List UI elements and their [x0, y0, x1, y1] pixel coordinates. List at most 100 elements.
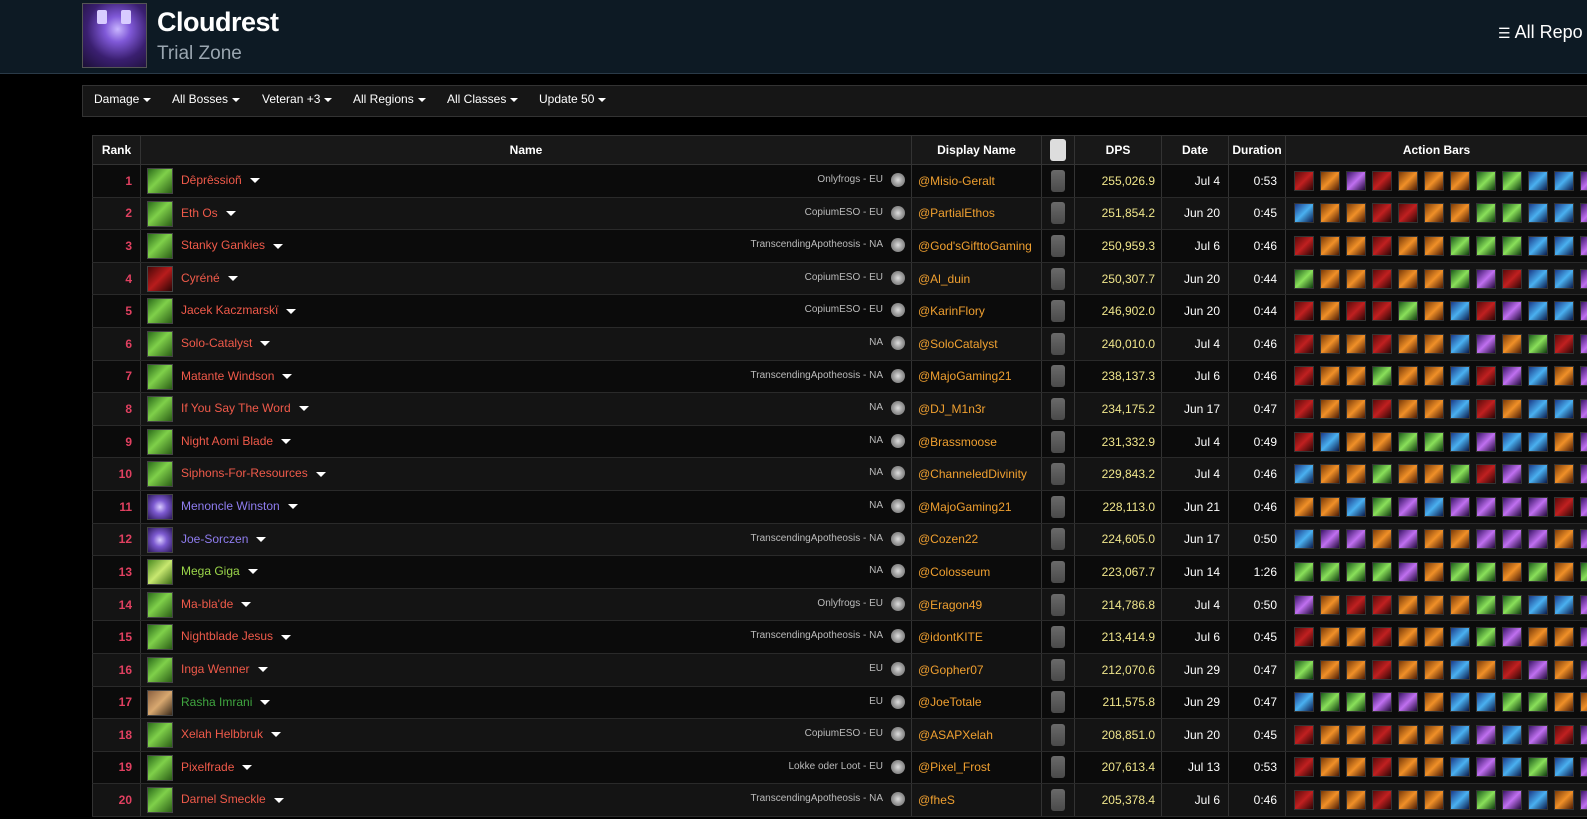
- skill-icon[interactable]: [1528, 203, 1548, 224]
- skill-icon[interactable]: [1580, 398, 1587, 419]
- youtube-icon[interactable]: [1051, 626, 1065, 649]
- skill-icon[interactable]: [1528, 627, 1548, 648]
- skill-icon[interactable]: [1502, 203, 1522, 224]
- skill-icon[interactable]: [1320, 529, 1340, 550]
- table-row[interactable]: 20 Darnel Smeckle TranscendingApotheosis -…: [92, 783, 1587, 817]
- skill-icon[interactable]: [1346, 235, 1366, 256]
- display-name-cell[interactable]: @Colosseum: [911, 555, 1042, 589]
- skill-icon[interactable]: [1502, 561, 1522, 582]
- skill-icon[interactable]: [1450, 398, 1470, 419]
- youtube-cell[interactable]: [1041, 457, 1075, 491]
- table-row[interactable]: 3 Stanky Gankies TranscendingApotheosis - …: [92, 229, 1587, 263]
- skill-icon[interactable]: [1372, 268, 1392, 289]
- column-header-duration[interactable]: Duration: [1228, 135, 1286, 165]
- skill-icon[interactable]: [1424, 692, 1444, 713]
- skill-icon[interactable]: [1346, 301, 1366, 322]
- youtube-cell[interactable]: [1041, 326, 1075, 361]
- skill-icon[interactable]: [1372, 692, 1392, 713]
- skill-icon[interactable]: [1320, 203, 1340, 224]
- column-header-youtube[interactable]: [1041, 135, 1075, 165]
- skill-icon[interactable]: [1320, 757, 1340, 778]
- skill-icon[interactable]: [1554, 268, 1574, 289]
- skill-icon[interactable]: [1476, 724, 1496, 745]
- skill-icon[interactable]: [1554, 333, 1574, 354]
- column-header-dps[interactable]: DPS: [1074, 135, 1162, 165]
- skill-icon[interactable]: [1320, 333, 1340, 354]
- filter-boss[interactable]: All Bosses: [172, 92, 241, 106]
- skill-icon[interactable]: [1502, 790, 1522, 811]
- skill-icon[interactable]: [1424, 659, 1444, 680]
- skill-icon[interactable]: [1502, 529, 1522, 550]
- youtube-cell[interactable]: [1041, 294, 1075, 328]
- skill-icon[interactable]: [1398, 235, 1418, 256]
- skill-icon[interactable]: [1528, 301, 1548, 322]
- table-row[interactable]: 7 Matante Windson TranscendingApotheosis -…: [92, 359, 1587, 394]
- skill-icon[interactable]: [1450, 790, 1470, 811]
- skill-icon[interactable]: [1476, 561, 1496, 582]
- column-header-name[interactable]: Name: [140, 135, 912, 165]
- skill-icon[interactable]: [1528, 561, 1548, 582]
- skill-icon[interactable]: [1320, 170, 1340, 191]
- chevron-down-icon[interactable]: [273, 797, 284, 803]
- skill-icon[interactable]: [1346, 594, 1366, 615]
- skill-icon[interactable]: [1476, 594, 1496, 615]
- youtube-icon[interactable]: [1051, 430, 1065, 453]
- skill-icon[interactable]: [1502, 627, 1522, 648]
- character-name-link[interactable]: Menoncle Winston: [181, 499, 298, 513]
- skill-icon[interactable]: [1528, 170, 1548, 191]
- skill-icon[interactable]: [1372, 790, 1392, 811]
- chevron-down-icon[interactable]: [227, 276, 238, 282]
- skill-icon[interactable]: [1502, 170, 1522, 191]
- skill-icon[interactable]: [1346, 561, 1366, 582]
- skill-icon[interactable]: [1450, 333, 1470, 354]
- chevron-down-icon[interactable]: [286, 308, 297, 314]
- display-name-cell[interactable]: @Cozen22: [911, 522, 1042, 557]
- skill-icon[interactable]: [1528, 757, 1548, 778]
- skill-icon[interactable]: [1294, 464, 1314, 485]
- character-name-link[interactable]: Cyréné: [181, 271, 238, 285]
- skill-icon[interactable]: [1528, 268, 1548, 289]
- skill-icon[interactable]: [1502, 594, 1522, 615]
- youtube-icon[interactable]: [1051, 756, 1065, 779]
- display-name-cell[interactable]: @Eragon49: [911, 587, 1042, 622]
- skill-icon[interactable]: [1398, 301, 1418, 322]
- skill-icon[interactable]: [1294, 268, 1314, 289]
- skill-icon[interactable]: [1580, 790, 1587, 811]
- skill-icon[interactable]: [1528, 398, 1548, 419]
- skill-icon[interactable]: [1580, 627, 1587, 648]
- skill-icon[interactable]: [1320, 268, 1340, 289]
- youtube-cell[interactable]: [1041, 620, 1075, 654]
- filter-region[interactable]: All Regions: [353, 92, 426, 106]
- youtube-cell[interactable]: [1041, 587, 1075, 622]
- skill-icon[interactable]: [1502, 757, 1522, 778]
- skill-icon[interactable]: [1580, 659, 1587, 680]
- skill-icon[interactable]: [1476, 235, 1496, 256]
- display-name-cell[interactable]: @JoeTotale: [911, 685, 1042, 720]
- skill-icon[interactable]: [1528, 366, 1548, 387]
- character-name-link[interactable]: Darnel Smeckle: [181, 792, 284, 806]
- character-name-link[interactable]: Matante Windson: [181, 369, 293, 383]
- skill-icon[interactable]: [1580, 561, 1587, 582]
- skill-icon[interactable]: [1346, 724, 1366, 745]
- youtube-cell[interactable]: [1041, 424, 1075, 459]
- skill-icon[interactable]: [1580, 431, 1587, 452]
- skill-icon[interactable]: [1424, 333, 1444, 354]
- skill-icon[interactable]: [1294, 724, 1314, 745]
- skill-icon[interactable]: [1554, 529, 1574, 550]
- skill-icon[interactable]: [1424, 561, 1444, 582]
- skill-icon[interactable]: [1554, 757, 1574, 778]
- skill-icon[interactable]: [1346, 170, 1366, 191]
- youtube-cell[interactable]: [1041, 392, 1075, 426]
- skill-icon[interactable]: [1450, 594, 1470, 615]
- display-name-cell[interactable]: @Gopher07: [911, 652, 1042, 687]
- skill-icon[interactable]: [1398, 724, 1418, 745]
- skill-icon[interactable]: [1528, 724, 1548, 745]
- skill-icon[interactable]: [1580, 757, 1587, 778]
- skill-icon[interactable]: [1476, 301, 1496, 322]
- skill-icon[interactable]: [1554, 561, 1574, 582]
- skill-icon[interactable]: [1398, 268, 1418, 289]
- skill-icon[interactable]: [1476, 496, 1496, 517]
- skill-icon[interactable]: [1346, 203, 1366, 224]
- column-header-rank[interactable]: Rank: [92, 135, 141, 165]
- character-name-link[interactable]: Inga Wenner: [181, 662, 268, 676]
